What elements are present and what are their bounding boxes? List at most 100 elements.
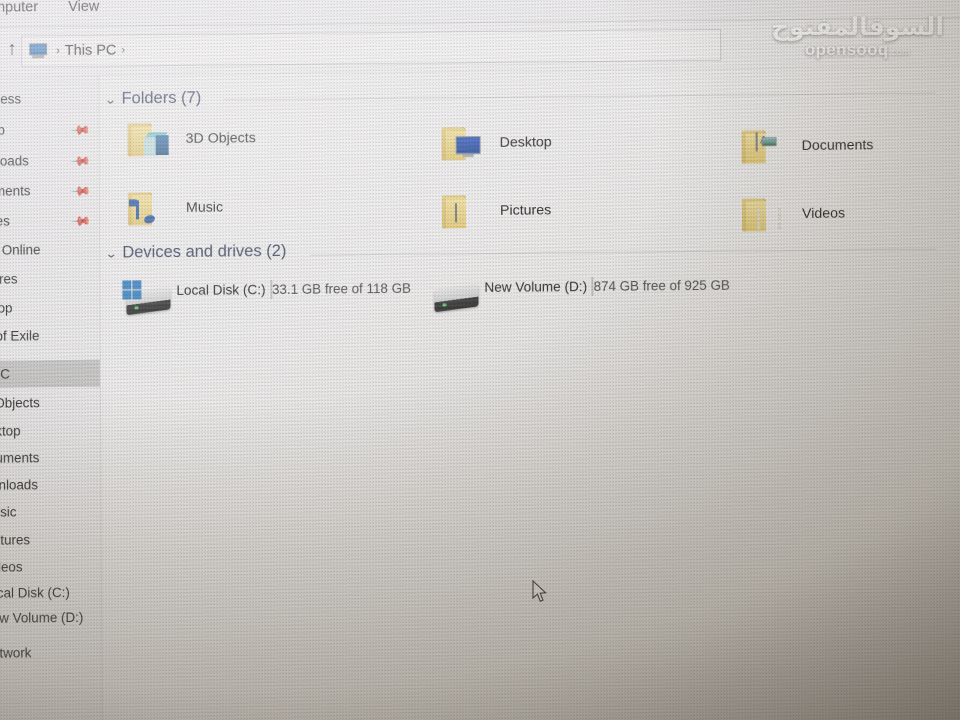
watermark: السوقالمفتوح opensooq.com	[771, 14, 944, 62]
item-label: Documents	[801, 137, 874, 154]
sidebar-item-label: ocuments	[0, 450, 40, 466]
sidebar-item-label: ownloads	[0, 477, 39, 493]
group-header-folders[interactable]: ⌄ Folders (7)	[104, 88, 202, 109]
pin-icon[interactable]: 📌	[70, 210, 92, 232]
sidebar-item[interactable]: Videos	[0, 553, 101, 581]
folder-desktop-icon	[440, 124, 484, 162]
film-perforation	[777, 212, 782, 216]
pin-icon[interactable]: 📌	[70, 150, 92, 172]
up-arrow-icon[interactable]: ↑	[7, 38, 17, 59]
group-rule-devices	[310, 248, 937, 256]
item-local-disk-c[interactable]: Local Disk (C:) 33.1 GB free of 118 GB	[122, 278, 411, 317]
sidebar-item[interactable]: cuments 📌	[0, 177, 99, 205]
sidebar-item[interactable]: wnloads 📌	[0, 147, 99, 175]
folder-music-icon	[126, 189, 170, 227]
item-label: Videos	[801, 205, 846, 222]
item-videos[interactable]: Videos	[740, 195, 845, 234]
group-title-folders: Folders (7)	[121, 88, 202, 108]
film-perforation	[777, 208, 781, 212]
film-perforation	[756, 212, 761, 216]
sidebar-item[interactable]: Music	[0, 498, 101, 526]
folder-3d-objects-icon	[126, 120, 170, 158]
sidebar-item-label: th of Exile	[0, 328, 40, 344]
sidebar-item-label: cuments	[0, 183, 31, 199]
sidebar-item[interactable]: ownloads	[0, 471, 100, 499]
this-pc-icon	[28, 43, 48, 59]
sidebar-item-label: ptures	[0, 271, 18, 287]
sidebar-item[interactable]: D Objects	[0, 389, 100, 417]
film-perforation	[757, 222, 761, 226]
sidebar-item-label: ion Online	[0, 242, 41, 258]
watermark-latin: opensooq.com	[771, 40, 944, 62]
breadcrumb-separator-1: ›	[56, 45, 60, 58]
ribbon-tab-list: omputer View	[0, 0, 99, 16]
address-bar[interactable]: › This PC ›	[21, 28, 722, 68]
item-desktop[interactable]: Desktop	[440, 123, 552, 162]
watermark-domain-suffix: .com	[888, 47, 911, 58]
pin-icon[interactable]: 📌	[70, 180, 92, 202]
drive-icon	[430, 277, 480, 313]
sidebar-item[interactable]: esktop	[0, 417, 100, 445]
sidebar-item[interactable]: access	[0, 85, 98, 113]
item-3d-objects[interactable]: 3D Objects	[126, 119, 256, 158]
sidebar-item-label: D Objects	[0, 395, 40, 411]
sidebar-item[interactable]: ptures	[0, 265, 99, 293]
item-new-volume-d[interactable]: New Volume (D:) 874 GB free of 925 GB	[430, 275, 730, 314]
sidebar-item[interactable]: New Volume (D:)	[0, 604, 101, 632]
item-documents[interactable]: A Documents	[740, 126, 874, 165]
sidebar-item[interactable]: s PC	[0, 359, 100, 388]
item-label: Desktop	[499, 134, 552, 151]
sidebar-item[interactable]: Local Disk (C:)	[0, 579, 101, 607]
item-label: 3D Objects	[185, 130, 256, 147]
film-perforation	[757, 217, 761, 221]
item-pictures[interactable]: Pictures	[440, 191, 551, 230]
folder-videos-icon	[740, 195, 784, 233]
group-rule-folders	[223, 92, 936, 101]
group-title-devices: Devices and drives (2)	[122, 241, 287, 262]
content-pane: ⌄ Folders (7) 3D Objects Desktop Documen…	[99, 67, 960, 720]
sidebar-item[interactable]: ion Online	[0, 236, 99, 264]
sidebar-item[interactable]: ktop 📌	[0, 116, 99, 144]
film-perforation	[757, 226, 761, 230]
sidebar-item[interactable]: Pictures	[0, 526, 101, 554]
folder-documents-icon: A	[740, 127, 784, 165]
film-perforation	[756, 208, 760, 212]
drive-windows-icon	[122, 280, 172, 316]
drive-name: Local Disk (C:)	[176, 282, 266, 298]
sidebar-item-label: ktop	[0, 122, 5, 138]
sidebar-item-label: Music	[0, 504, 17, 520]
tab-view[interactable]: View	[68, 0, 99, 15]
film-perforation	[778, 226, 782, 230]
sidebar-item-label: s PC	[0, 366, 10, 382]
item-music[interactable]: Music	[126, 189, 223, 228]
sidebar-item-label: esktop	[0, 423, 21, 439]
item-label: Pictures	[499, 202, 552, 219]
tab-computer[interactable]: omputer	[0, 0, 38, 16]
sidebar-item-label: Local Disk (C:)	[0, 585, 70, 601]
sidebar-item[interactable]: Network	[0, 639, 101, 667]
drive-free-space: 33.1 GB free of 118 GB	[271, 280, 411, 298]
film-perforation	[778, 221, 782, 225]
chevron-down-icon[interactable]: ⌄	[105, 246, 118, 260]
sidebar-item-label: sktop	[0, 300, 13, 316]
windows-logo-icon	[122, 280, 144, 301]
sidebar-item[interactable]: sktop	[0, 294, 100, 322]
drive-free-space: 874 GB free of 925 GB	[593, 277, 730, 294]
breadcrumb-this-pc[interactable]: This PC	[65, 43, 117, 59]
sidebar-item[interactable]: tures 📌	[0, 207, 99, 235]
breadcrumb-separator-2[interactable]: ›	[121, 44, 125, 56]
watermark-arabic: السوقالمفتوح	[771, 12, 944, 41]
watermark-brand: opensooq	[804, 40, 889, 59]
sidebar-item[interactable]: ocuments	[0, 444, 100, 472]
group-header-devices[interactable]: ⌄ Devices and drives (2)	[105, 241, 287, 263]
folder-pictures-icon	[440, 192, 484, 230]
file-explorer-window: omputer View ↑ › This PC › access ktop 📌 wn…	[0, 0, 960, 720]
sidebar-item-label: access	[0, 91, 22, 107]
photographed-screen: omputer View ↑ › This PC › access ktop 📌 wn…	[0, 0, 960, 720]
sidebar-item-label: Pictures	[0, 532, 31, 548]
sidebar-item-label: wnloads	[0, 153, 29, 169]
chevron-down-icon[interactable]: ⌄	[104, 92, 117, 106]
sidebar-item-label: Network	[0, 645, 32, 661]
pin-icon[interactable]: 📌	[70, 119, 92, 141]
sidebar-item[interactable]: th of Exile	[0, 322, 100, 350]
